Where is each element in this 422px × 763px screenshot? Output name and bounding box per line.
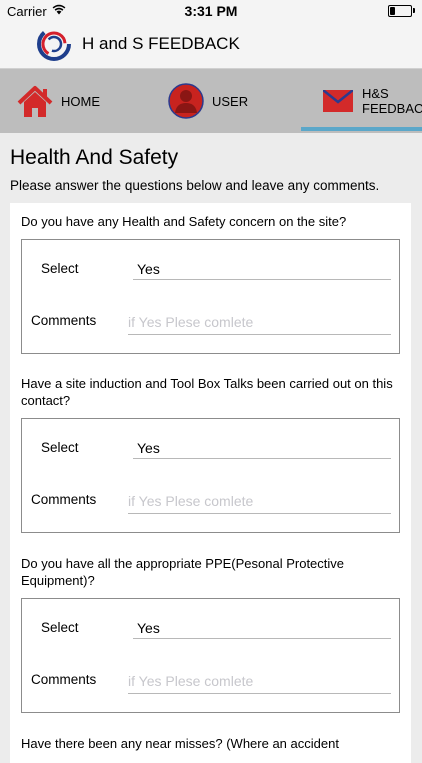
select-label: Select bbox=[41, 620, 79, 635]
question-4-text: Have there been any near misses? (Where … bbox=[21, 736, 339, 751]
question-1-text: Do you have any Health and Safety concer… bbox=[21, 214, 347, 229]
page-title: Health And Safety bbox=[10, 146, 179, 169]
tab-bar: HOME USER H&SFEEDBACK bbox=[0, 69, 422, 133]
battery-icon bbox=[388, 5, 412, 17]
tab-hs-label-line1: H&S bbox=[362, 86, 389, 101]
tab-hs-feedback[interactable]: H&SFEEDBACK bbox=[301, 69, 422, 133]
tab-home-label: HOME bbox=[61, 94, 100, 109]
battery-tip bbox=[413, 8, 415, 13]
question-1-answer-box: Select Yes Comments bbox=[21, 239, 400, 354]
question-2-select[interactable]: Yes bbox=[133, 437, 391, 459]
tab-user[interactable]: USER bbox=[150, 69, 300, 133]
select-label: Select bbox=[41, 440, 79, 455]
question-3-answer-box: Select Yes Comments bbox=[21, 598, 400, 713]
question-3-text: Do you have all the appropriate PPE(Peso… bbox=[21, 556, 345, 588]
selected-tab-indicator bbox=[301, 127, 422, 131]
question-1-select[interactable]: Yes bbox=[133, 258, 391, 280]
question-1-comments-input[interactable] bbox=[128, 310, 391, 335]
comments-label: Comments bbox=[31, 492, 97, 507]
question-2-text: Have a site induction and Tool Box Talks… bbox=[21, 376, 393, 408]
title-bar: H and S FEEDBACK bbox=[0, 22, 422, 69]
tab-home[interactable]: HOME bbox=[0, 69, 150, 133]
tab-user-label: USER bbox=[212, 94, 249, 109]
comments-label: Comments bbox=[31, 313, 97, 328]
question-2-answer-box: Select Yes Comments bbox=[21, 418, 400, 533]
battery-fill bbox=[390, 7, 395, 15]
home-icon bbox=[17, 86, 53, 117]
question-2-comments-input[interactable] bbox=[128, 489, 391, 514]
app-title: H and S FEEDBACK bbox=[82, 34, 240, 53]
question-3-comments-input[interactable] bbox=[128, 669, 391, 694]
question-3-select[interactable]: Yes bbox=[133, 617, 391, 639]
questions-card: Do you have any Health and Safety concer… bbox=[10, 203, 411, 763]
tab-hs-feedback-label: H&SFEEDBACK bbox=[362, 86, 422, 116]
tab-hs-label-line2: FEEDBACK bbox=[362, 101, 422, 116]
page-subtitle: Please answer the questions below and le… bbox=[10, 178, 380, 193]
mail-icon bbox=[323, 90, 353, 112]
app-logo-icon bbox=[37, 27, 71, 61]
select-label: Select bbox=[41, 261, 79, 276]
user-icon bbox=[168, 83, 204, 119]
clock: 3:31 PM bbox=[184, 3, 238, 19]
status-bar: Carrier 3:31 PM bbox=[0, 0, 422, 22]
comments-label: Comments bbox=[31, 672, 97, 687]
